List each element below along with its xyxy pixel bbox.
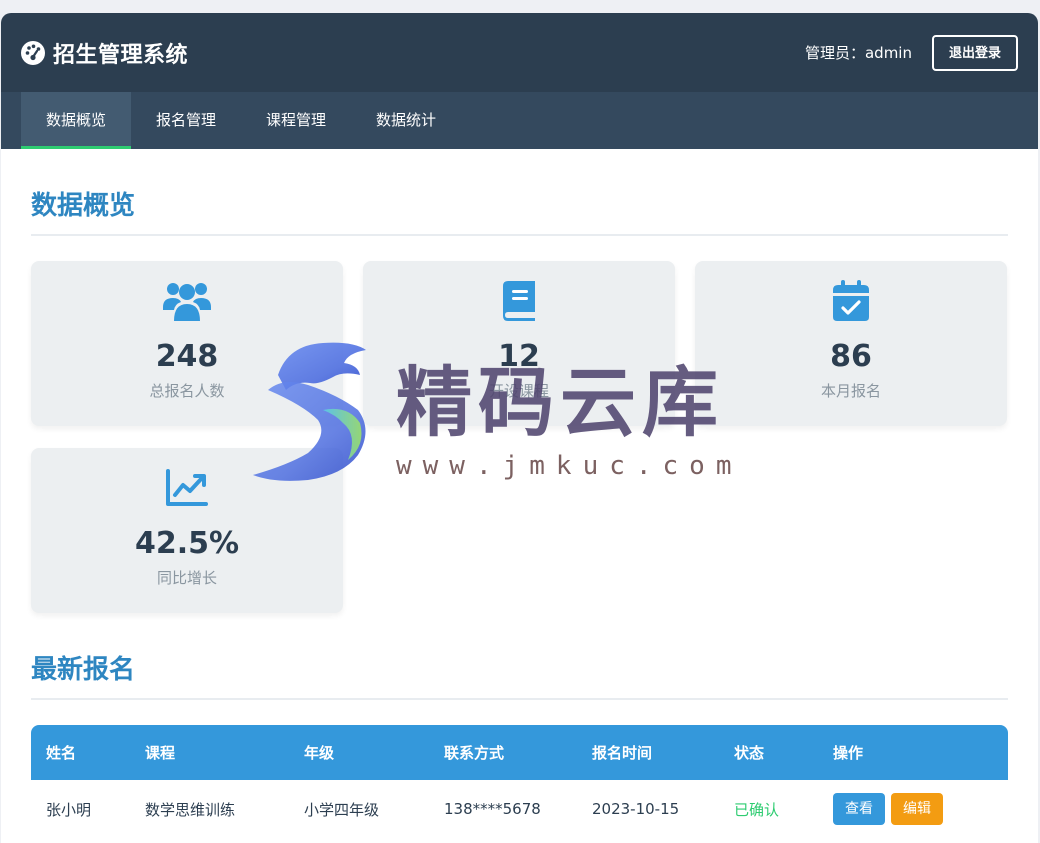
tab-overview[interactable]: 数据概览	[21, 92, 132, 149]
growth-label: 同比增长	[156, 569, 217, 587]
stat-cards: 248 总报名人数 12 开设课程 86 本月报名 42.5% 同比增长	[31, 261, 1008, 613]
users-icon	[162, 279, 212, 323]
tab-courses[interactable]: 课程管理	[241, 92, 351, 149]
app-title: 招生管理系统	[53, 42, 189, 68]
col-actions: 操作	[833, 744, 864, 762]
edit-button[interactable]: 编辑	[891, 793, 943, 825]
cell-date: 2023-10-15	[592, 800, 680, 818]
col-course: 课程	[145, 744, 176, 762]
stat-card-monthly: 86 本月报名	[695, 261, 1007, 426]
user-area: 管理员：admin 退出登录	[804, 34, 1018, 71]
monthly-value: 86	[830, 339, 872, 374]
chart-line-icon	[162, 466, 212, 510]
col-name: 姓名	[46, 744, 77, 762]
cell-grade: 小学四年级	[304, 800, 380, 819]
main-nav: 数据概览 报名管理 课程管理 数据统计	[1, 92, 1038, 149]
col-status: 状态	[734, 744, 765, 762]
table-header-row: 姓名 课程 年级 联系方式 报名时间 状态 操作	[31, 725, 1008, 780]
cell-contact: 138****5678	[444, 800, 541, 818]
col-date: 报名时间	[592, 744, 653, 762]
stat-card-courses: 12 开设课程	[363, 261, 675, 426]
growth-value: 42.5%	[134, 526, 240, 561]
table-row: 张小明 数学思维训练 小学四年级 138****5678 2023-10-15 …	[31, 780, 1008, 838]
logout-button[interactable]: 退出登录	[931, 34, 1018, 71]
total-registrations-value: 248	[155, 339, 219, 374]
stat-card-growth: 42.5% 同比增长	[31, 448, 343, 613]
tab-registration[interactable]: 报名管理	[131, 92, 241, 149]
courses-label: 开设课程	[488, 382, 549, 400]
main-content: 数据概览 248 总报名人数 12 开设课程 86 本月报名 42.5% 同比增…	[1, 149, 1038, 838]
top-header: 招生管理系统 管理员：admin 退出登录	[1, 13, 1038, 92]
book-icon	[494, 279, 544, 323]
dashboard-icon	[20, 40, 46, 66]
total-registrations-label: 总报名人数	[149, 382, 225, 400]
current-user-label: 管理员：admin	[804, 44, 912, 62]
status-badge: 已确认	[734, 800, 780, 819]
tab-statistics[interactable]: 数据统计	[351, 92, 461, 149]
overview-title: 数据概览	[31, 149, 1008, 236]
app-window: 招生管理系统 管理员：admin 退出登录 数据概览 报名管理 课程管理 数据统…	[1, 13, 1038, 843]
cell-course: 数学思维训练	[145, 800, 236, 819]
stat-card-total-registrations: 248 总报名人数	[31, 261, 343, 426]
monthly-label: 本月报名	[820, 382, 881, 400]
courses-value: 12	[498, 339, 540, 374]
cell-actions: 查看 编辑	[818, 780, 1008, 838]
col-contact: 联系方式	[444, 744, 505, 762]
view-button[interactable]: 查看	[833, 793, 885, 825]
latest-registrations-table: 姓名 课程 年级 联系方式 报名时间 状态 操作 张小明 数学思维训练 小学四年…	[31, 725, 1008, 838]
latest-title: 最新报名	[31, 613, 1008, 700]
col-grade: 年级	[304, 744, 335, 762]
brand: 招生管理系统	[20, 37, 188, 69]
cell-name: 张小明	[46, 800, 92, 819]
calendar-check-icon	[826, 279, 876, 323]
